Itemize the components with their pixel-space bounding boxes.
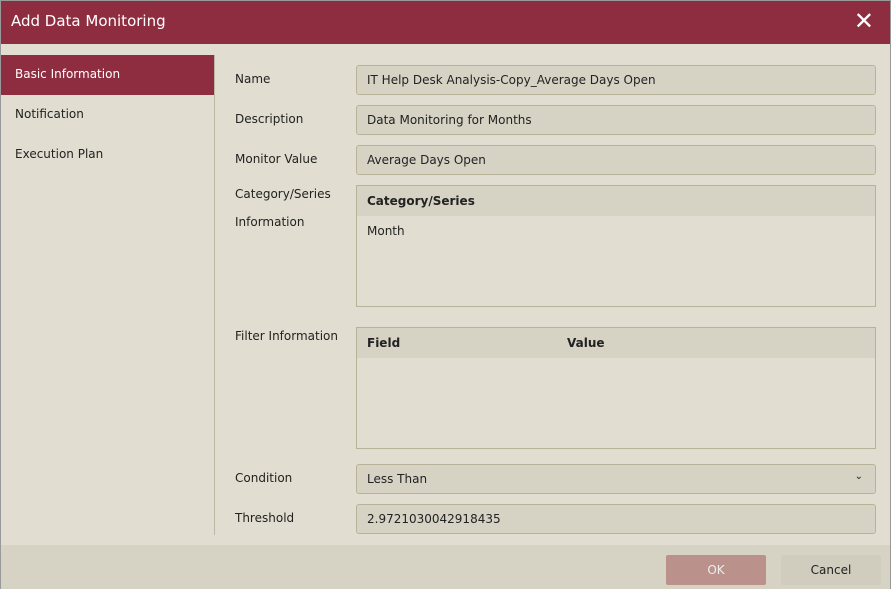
close-icon[interactable]: ✕ <box>854 7 874 35</box>
value-header: Value <box>567 336 605 350</box>
add-data-monitoring-dialog: Add Data Monitoring ✕ Basic Information N… <box>0 0 891 589</box>
sidebar-item-basic-information[interactable]: Basic Information <box>1 55 214 95</box>
field-header: Field <box>367 336 401 350</box>
chevron-down-icon: ⌄ <box>854 471 863 482</box>
monitor-value-input[interactable]: Average Days Open <box>356 145 876 175</box>
category-grid: Category/Series Month <box>356 185 876 307</box>
dialog-title: Add Data Monitoring <box>11 12 166 30</box>
category-header: Category/Series <box>357 186 875 216</box>
dialog-header: Add Data Monitoring ✕ <box>1 1 890 44</box>
sidebar: Basic Information Notification Execution… <box>1 55 215 535</box>
condition-label: Condition <box>235 471 293 485</box>
threshold-input[interactable]: 2.9721030042918435 <box>356 504 876 534</box>
dialog-footer: OK Cancel <box>1 545 890 589</box>
sidebar-item-execution-plan[interactable]: Execution Plan <box>1 135 214 175</box>
name-label: Name <box>235 72 271 86</box>
category-label: Category/Series <box>235 187 331 201</box>
ok-button[interactable]: OK <box>666 555 766 585</box>
description-label: Description <box>235 112 304 126</box>
condition-select[interactable]: Less Than ⌄ <box>356 464 876 494</box>
threshold-label: Threshold <box>235 511 295 525</box>
category-label-2: Information <box>235 215 305 229</box>
filter-grid: Field Value <box>356 327 876 449</box>
description-input[interactable]: Data Monitoring for Months <box>356 105 876 135</box>
sidebar-item-notification[interactable]: Notification <box>1 95 214 135</box>
condition-value: Less Than <box>367 472 428 486</box>
category-row[interactable]: Month <box>357 216 875 246</box>
monitor-value-label: Monitor Value <box>235 152 318 166</box>
name-input[interactable]: IT Help Desk Analysis-Copy_Average Days … <box>356 65 876 95</box>
filter-label: Filter Information <box>235 329 338 343</box>
cancel-button[interactable]: Cancel <box>781 555 881 585</box>
